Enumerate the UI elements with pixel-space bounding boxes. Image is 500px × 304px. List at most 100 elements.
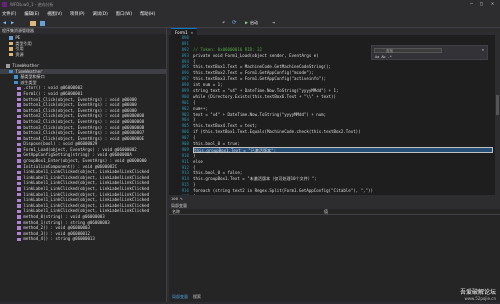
find-input[interactable] [374, 48, 442, 53]
menu-file[interactable]: 文件(F) [2, 11, 16, 17]
back-icon[interactable]: ◀ [3, 20, 6, 26]
tree-label: button3_Click(object, EventArgs) : void … [23, 124, 145, 130]
menu-edit[interactable]: 编辑(E) [24, 11, 39, 17]
menu-help[interactable]: 帮助(H) [140, 11, 155, 17]
start-label: 启动 [250, 20, 259, 25]
tree-label: method_3() : void @06000012 [23, 230, 90, 236]
tree-label: 引用 [15, 46, 24, 52]
tab-strip: Form1 ✕ [169, 28, 500, 35]
method-icon [17, 237, 22, 242]
method-icon [17, 114, 22, 118]
col-name[interactable]: 名称 [169, 209, 321, 214]
node-icon [9, 53, 14, 57]
tree-label: method_4() : string @06000013 [23, 236, 95, 242]
menu-debug[interactable]: 调试(D) [93, 11, 108, 17]
play-icon: ▶ [245, 20, 249, 26]
method-icon [17, 120, 22, 124]
forward-icon[interactable]: ▶ [11, 20, 14, 26]
watermark-url: www.52pojie.cn [464, 296, 496, 301]
find-widget: 查找 Aa Ab .* ✕ [371, 45, 488, 60]
tree-label: Dispose(bool) : void @06000029 [23, 141, 98, 147]
tab-label: Form1 [175, 29, 188, 35]
tree-label: TimeWeather [12, 62, 40, 68]
menu-view[interactable]: 视图(V) [47, 11, 62, 17]
method-icon [17, 176, 22, 180]
find-close-icon[interactable]: ✕ [482, 47, 484, 52]
save-icon[interactable] [40, 20, 45, 26]
tree-label: 派生类型 [20, 79, 37, 85]
scroll-thumb[interactable] [496, 95, 499, 115]
tree-label: InitializeComponent() : void @0600002C [23, 163, 118, 169]
editor-status: 100 % [169, 195, 500, 202]
col-value[interactable]: 值 [321, 209, 328, 214]
tree-label: PE [15, 35, 21, 40]
method-icon [17, 148, 22, 152]
open-icon[interactable] [30, 20, 36, 26]
toolbar: ◀ ▶ ↶ ⟳ ▶ 启动 ⇥ [0, 19, 500, 28]
tree-label: linkLabel1_LinkClicked(object, LinkLabel… [23, 180, 150, 186]
tree-label: button1_Click(object, EventArgs) : void … [23, 96, 137, 102]
tree-label: linkLabel1_LinkClicked(object, LinkLabel… [23, 174, 150, 180]
tree-member[interactable]: method_4() : string @06000013 [0, 236, 166, 242]
method-icon [17, 226, 22, 230]
method-icon [17, 232, 22, 236]
tree-label: 资源 [15, 51, 24, 57]
node-icon [9, 47, 14, 51]
method-icon [17, 192, 22, 197]
tree-label: button2_Click(object, EventArgs) : void … [23, 118, 145, 124]
method-icon [17, 170, 22, 174]
start-button[interactable]: ▶ 启动 [245, 20, 258, 26]
method-icon [17, 97, 22, 102]
watermark: 吾爱破解论坛 www.52pojie.cn [460, 287, 496, 301]
find-options[interactable]: Aa Ab .* [375, 55, 392, 59]
close-icon[interactable]: ✕ [491, 1, 494, 7]
method-icon [17, 164, 22, 169]
tree-label: button3_Click(object, EventArgs) : void … [23, 130, 145, 136]
node-icon [9, 36, 14, 40]
tab-locals[interactable]: 局部变量 [169, 294, 188, 300]
node-icon [3, 59, 7, 62]
tree-label: button2_Click(object, EventArgs) : void … [23, 113, 145, 119]
method-icon [17, 187, 22, 191]
menu-bar: 文件(F) 编辑(E) 视图(V) 项目(P) 调试(D) 窗口(W) 帮助(H… [0, 9, 500, 19]
tree-label: button4_Click(object, EventArgs) : void … [23, 135, 145, 141]
undo-icon[interactable]: ↶ [222, 20, 225, 26]
tree-label: .ctor() : void @06000002 [23, 85, 83, 91]
node-icon [14, 75, 19, 79]
tree-label: TimeWeather [15, 68, 43, 74]
method-icon [17, 142, 22, 146]
node-icon [9, 69, 14, 74]
method-icon [17, 209, 22, 214]
refresh-icon[interactable]: ⟳ [232, 20, 237, 26]
tree-label: method_2() : void @06000003 [23, 225, 90, 231]
tree-label: linkLabel1_LinkClicked(object, LinkLabel… [23, 202, 150, 208]
locals-header: 名称 值 [169, 209, 500, 215]
tree-label: button1_Click(object, EventArgs) : void … [23, 107, 137, 113]
explorer-tree: PE 类型引用 引用 资源 TimeWeather TimeWeather 基类型和接口 派生… [0, 34, 166, 242]
tree-label: method_0(string) : void @06000003 [23, 214, 105, 219]
title-bar: WFDb.w0_1 - 逆向分析 – □ ✕ [0, 0, 500, 9]
method-icon [17, 181, 22, 186]
editor-scrollbar[interactable] [495, 35, 500, 195]
tree-label: linkLabel1_LinkClicked(object, LinkLabel… [23, 208, 150, 214]
menu-window[interactable]: 窗口(W) [116, 11, 132, 17]
tree-label: method_1(string) : string @06000003 [23, 219, 110, 225]
line-gutter: 890 891 892 893 894 895 896 897 898 899 900 901 902 9… [169, 35, 191, 195]
locals-panel: 局部变量 名称 值 局部变量 搜索 [169, 202, 500, 302]
tree-label: linkLabel1_LinkClicked(object, LinkLabel… [23, 191, 150, 197]
method-icon [17, 198, 22, 202]
step-icon[interactable]: ⇥ [272, 20, 275, 26]
method-icon [17, 131, 22, 135]
method-icon [17, 215, 22, 219]
tree-label: button1_Click(object, EventArgs) : void … [23, 102, 137, 108]
zoom-level[interactable]: 100 % [171, 196, 182, 201]
method-icon [17, 136, 22, 141]
tree-label: GetAppConfigSetting(string) : void @0600… [23, 152, 132, 158]
minimize-icon[interactable]: – [470, 1, 473, 7]
tab-close-icon[interactable]: ✕ [191, 30, 193, 35]
menu-project[interactable]: 项目(P) [70, 11, 85, 17]
tab-form1[interactable]: Form1 ✕ [171, 28, 198, 35]
tab-search[interactable]: 搜索 [193, 294, 201, 300]
maximize-icon[interactable]: □ [480, 1, 483, 7]
method-icon [17, 109, 22, 113]
